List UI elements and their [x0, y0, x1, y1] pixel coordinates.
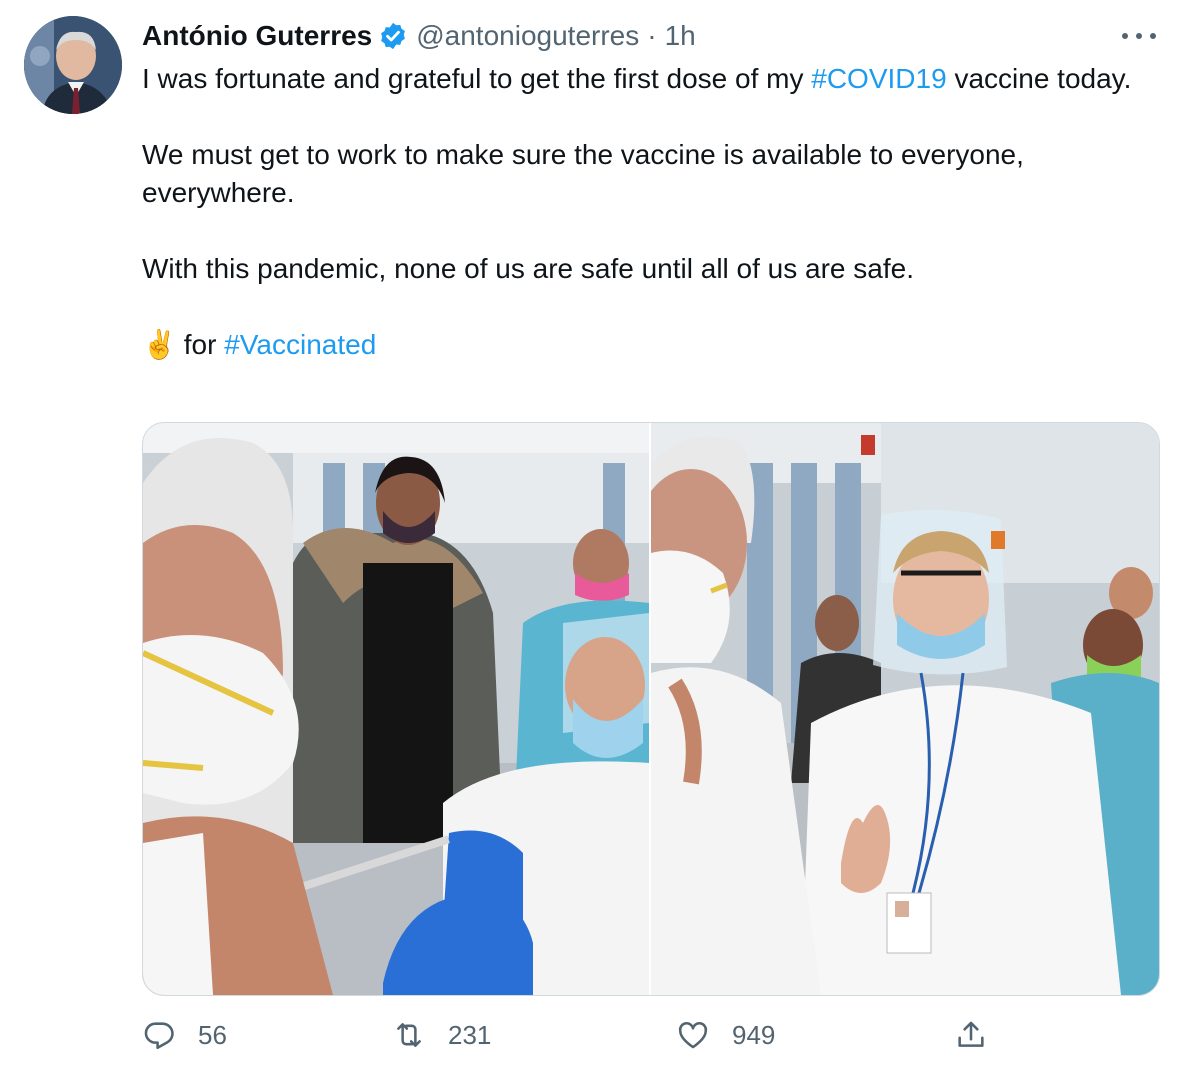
tweet[interactable]: António Guterres @antonioguterres · 1h I… [0, 0, 1182, 1074]
like-button[interactable]: 949 [676, 1010, 775, 1060]
vaccination-photo-left[interactable] [143, 423, 649, 995]
verified-badge-icon [378, 21, 408, 51]
reply-button[interactable]: 56 [142, 1010, 227, 1060]
hashtag-vaccinated-link[interactable]: #Vaccinated [224, 329, 376, 360]
reply-count: 56 [198, 1019, 227, 1050]
author-handle[interactable]: @antonioguterres [416, 20, 639, 52]
retweet-count: 231 [448, 1019, 492, 1050]
separator-dot: · [647, 20, 657, 51]
tweet-actions: 56 231 949 [142, 1010, 1158, 1060]
share-icon [958, 1021, 984, 1047]
more-options-icon[interactable] [1122, 22, 1156, 50]
tweet-text: I was fortunate and grateful to get the … [142, 60, 1157, 364]
tweet-header: António Guterres @antonioguterres · 1h [142, 18, 696, 54]
tweet-text-segment: I was fortunate and grateful to get the … [142, 63, 812, 94]
author-name[interactable]: António Guterres [142, 20, 372, 52]
share-button[interactable] [954, 1010, 988, 1060]
retweet-icon [397, 1023, 421, 1047]
tweet-timestamp[interactable]: 1h [665, 20, 696, 52]
heart-icon [678, 1022, 708, 1049]
tweet-media [142, 422, 1160, 996]
reply-icon [144, 1022, 174, 1050]
tweet-paragraph-2: We must get to work to make sure the vac… [142, 139, 1024, 208]
tweet-paragraph-4: ✌️ for #Vaccinated [142, 326, 1157, 364]
retweet-button[interactable]: 231 [392, 1010, 491, 1060]
avatar[interactable] [24, 16, 122, 114]
tweet-paragraph-1: I was fortunate and grateful to get the … [142, 60, 1157, 98]
like-count: 949 [732, 1019, 776, 1050]
victory-hand-emoji: ✌️ [142, 329, 177, 360]
hashtag-covid19-link[interactable]: #COVID19 [811, 63, 946, 94]
tweet-text-segment: vaccine today. [946, 63, 1132, 94]
vaccination-photo-right[interactable] [651, 423, 1159, 995]
tweet-text-segment: for [176, 329, 225, 360]
tweet-paragraph-3: With this pandemic, none of us are safe … [142, 253, 914, 284]
